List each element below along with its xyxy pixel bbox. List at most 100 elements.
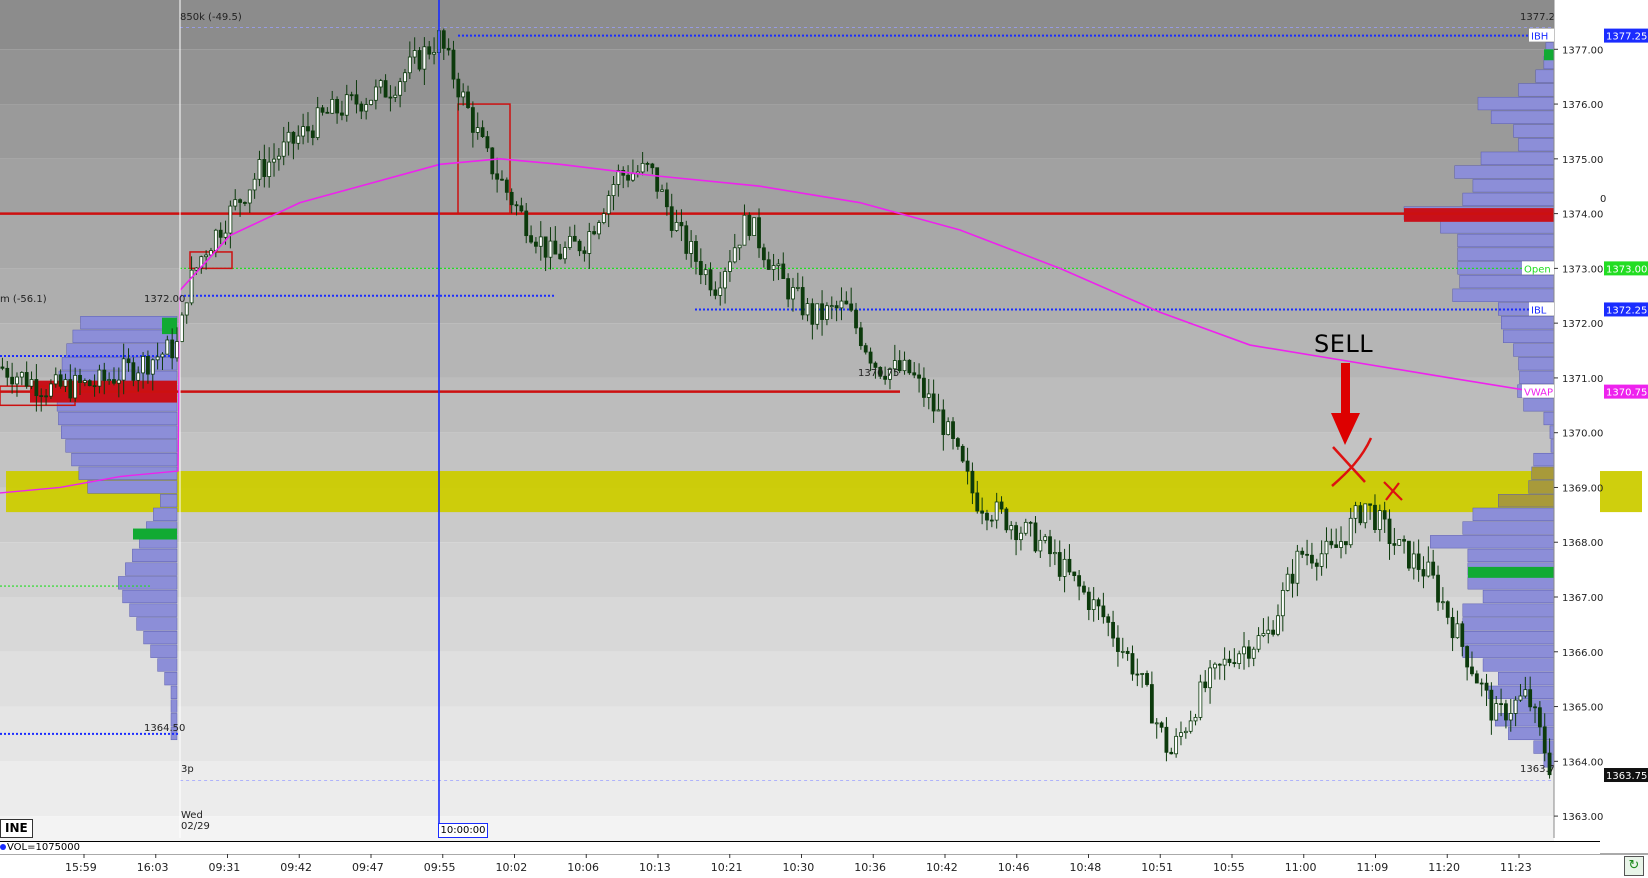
ibh-tag-name: IBH [1531,32,1548,43]
candle-body [645,162,650,165]
candle-body [1329,540,1334,546]
line-mode-tab[interactable]: INE [0,819,33,838]
candle-body [412,50,417,58]
price-band [0,0,1554,50]
candle-body [286,131,291,143]
candle-body [946,421,951,435]
time-axis-bg [0,854,1648,878]
candle-body [1237,653,1242,665]
candle-body [548,240,553,258]
candle-body [1494,703,1499,721]
candle-body [936,409,941,412]
candle-body [320,107,325,113]
candle-body [1149,684,1154,724]
candle-body [616,170,621,185]
candle-body [1043,536,1048,541]
time-tick-label: 09:31 [209,861,241,874]
candle-body [655,167,660,192]
candle-body [446,47,451,51]
candle-body [577,240,582,252]
candle-body [757,217,761,249]
prev-profile-bar [153,507,178,521]
candle-body [160,353,165,358]
price-axis[interactable]: 1377.00 1376.00 1375.00 1374.00 1373.00 1372.… [1553,0,1603,838]
candle-body [146,356,150,375]
candle-body [713,289,718,296]
vwap-tag-name: VWAP [1524,388,1553,399]
profile-bar [1508,726,1555,741]
candle-body [456,78,461,98]
profile-bar [1454,165,1555,179]
candle-body [1048,536,1052,555]
candle-body [558,253,563,260]
prev-profile-bar [164,672,178,686]
candle-body [863,345,868,353]
prev-profile-bar [78,466,178,480]
prev-profile-bar [157,658,178,672]
candle-body [1377,510,1382,530]
candle-body [1397,539,1402,546]
candle-body [694,241,698,262]
candle-body [1421,569,1426,577]
ibh-tag-value: 1377.25 [1606,32,1647,43]
candle-body [417,50,422,70]
candle-body [868,351,873,364]
profile-bar [1498,672,1555,686]
profile-bar [1501,316,1555,330]
candle-body [422,46,427,70]
price-tick-label: 1376.00 [1562,100,1603,111]
day-of-week: Wed [181,810,203,821]
candle-body [999,501,1004,510]
value-bar [1468,566,1554,578]
price-tick-label: 1363.00 [1562,812,1603,823]
candle-body [626,174,630,181]
time-axis[interactable]: 15:59 16:03 09:31 09:42 09:47 09:55 10:02 10:06… [0,853,1648,878]
price-chart[interactable]: 850k (-49.5) m (-56.1) 1372.00 1364.50 1… [0,0,1648,878]
candle-body [1213,663,1217,669]
candle-body [1067,558,1072,573]
candle-body [1537,707,1542,728]
time-tick-label: 11:09 [1357,861,1389,874]
refresh-icon[interactable]: ↻ [1624,856,1644,876]
candle-body [451,49,456,80]
ibl-tag-value: 1372.25 [1606,305,1647,316]
candle-body [170,339,175,359]
prev-profile-bar [150,644,178,658]
candle-body [291,131,296,144]
candle-body [403,72,407,83]
price-band [0,597,1554,652]
candle-body [1217,663,1222,666]
session-header-label: 850k (-49.5) [180,12,242,23]
candle-body [1465,646,1470,668]
candle-body [1004,508,1009,531]
candle-body [39,395,44,398]
candle-body [1319,553,1324,567]
level-137075-label: 1370.75 [858,368,899,379]
candle-body [829,305,834,308]
candle-body [1203,681,1208,689]
candle-body [839,300,844,309]
time-cursor-readout[interactable]: 10:00:00 [438,823,488,838]
candle-body [776,263,781,266]
session-marker-label: 3p [181,764,194,775]
candle-body [844,300,849,305]
candle-body [1096,599,1101,607]
candle-body [213,229,218,251]
candle-body [92,385,97,388]
time-tick-label: 10:13 [639,861,671,874]
candle-body [1116,637,1120,652]
candle-body [1246,646,1251,659]
time-tick-label: 09:55 [424,861,456,874]
profile-bar [1523,398,1555,412]
candle-body [1266,629,1271,634]
price-tick-label: 1370.00 [1562,429,1603,440]
candle-body [276,155,281,160]
candle-body [849,303,854,311]
candle-body [155,356,160,361]
candle-body [553,240,558,255]
price-tick-label: 1368.00 [1562,538,1603,549]
candle-body [136,372,141,381]
candle-body [383,80,388,98]
candle-body [1407,540,1411,569]
candle-body [538,236,543,247]
